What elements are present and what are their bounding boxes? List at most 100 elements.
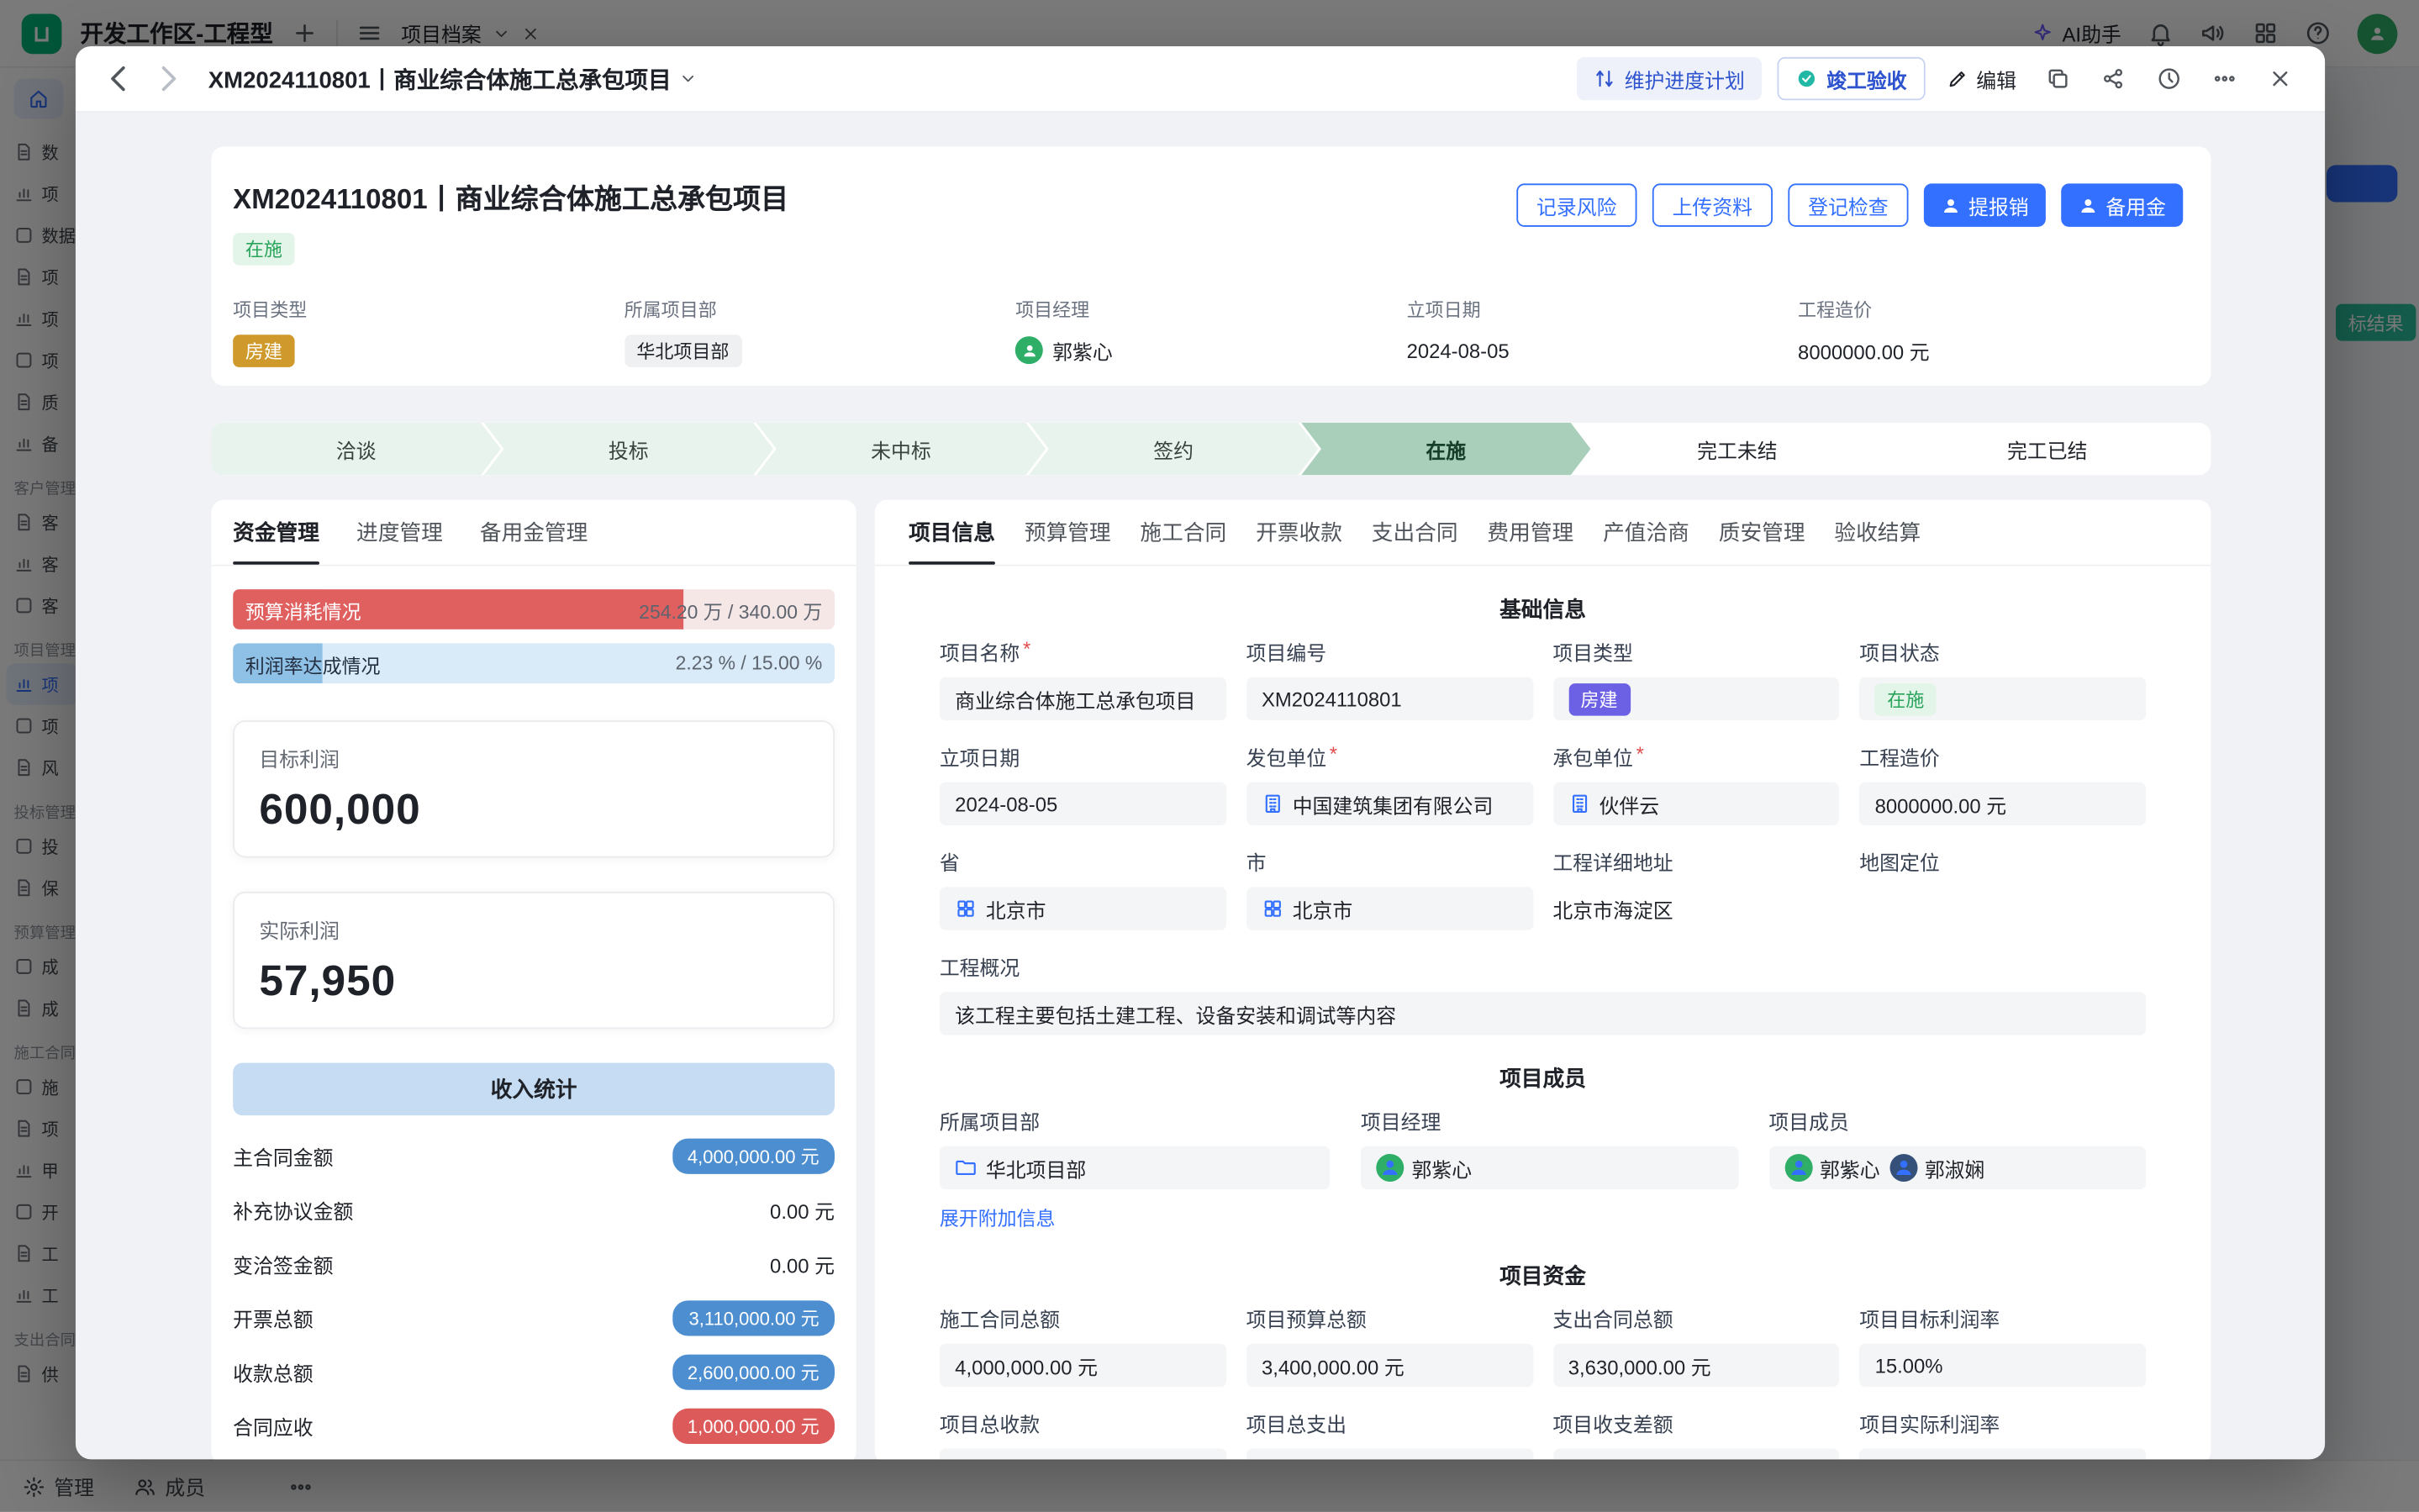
stepper-step[interactable]: 在施	[1301, 423, 1590, 475]
form-field: 所属项目部华北项目部展开附加信息	[940, 1106, 1330, 1233]
stepper-step[interactable]: 未中标	[756, 423, 1046, 475]
form-field: 项目预算总额3,400,000.00 元	[1246, 1304, 1533, 1387]
expand-extra-info-link[interactable]: 展开附加信息	[940, 1202, 1056, 1231]
income-stats-button[interactable]: 收入统计	[233, 1063, 835, 1115]
stepper-step[interactable]: 签约	[1029, 423, 1318, 475]
form-field: 承包单位* 伙伴云	[1552, 742, 1839, 825]
summary-field: 所属项目部华北项目部	[625, 296, 1015, 366]
person-icon	[2078, 195, 2098, 215]
form-field-label: 项目目标利润率	[1859, 1304, 2146, 1333]
panel-tab[interactable]: 费用管理	[1487, 500, 1573, 565]
project-info-tabs: 项目信息预算管理施工合同开票收款支出合同费用管理产值洽商质安管理验收结算	[875, 500, 2211, 566]
label-text: 发包单位	[1246, 742, 1326, 772]
person-name: 郭紫心	[1411, 1153, 1472, 1183]
panel-tab[interactable]: 项目信息	[909, 500, 995, 565]
value-text: XM2024110801	[1262, 688, 1402, 711]
panel-tab[interactable]: 进度管理	[356, 500, 443, 565]
profit-progress-value: 2.23 % / 15.00 %	[676, 652, 835, 674]
form-field-value[interactable]: 北京市	[940, 887, 1226, 930]
form-field-value[interactable]: 15.00%	[1859, 1344, 2146, 1387]
form-field-value[interactable]: 3,400,000.00 元	[1246, 1344, 1533, 1387]
completion-acceptance-button[interactable]: 竣工验收	[1777, 57, 1925, 100]
edit-button[interactable]: 编辑	[1947, 64, 2016, 93]
money-row-label: 补充协议金额	[233, 1196, 353, 1225]
building-icon	[1568, 793, 1590, 814]
form-field-value[interactable]: 2.23%	[1859, 1449, 2146, 1460]
value-text: 伙伴云	[1599, 789, 1659, 819]
panel-tab[interactable]: 资金管理	[233, 500, 319, 565]
money-row-badge: 4,000,000.00 元	[672, 1139, 835, 1174]
value-text: 中国建筑集团有限公司	[1293, 789, 1494, 819]
panel-tab[interactable]: 开票收款	[1256, 500, 1342, 565]
copy-icon[interactable]	[2038, 59, 2079, 99]
label-text: 项目名称	[940, 637, 1020, 666]
form-field-value[interactable]: 华北项目部	[940, 1146, 1330, 1189]
stepper-step[interactable]: 投标	[484, 423, 773, 475]
form-field-value[interactable]: 中国建筑集团有限公司	[1246, 782, 1533, 825]
outline-action-button[interactable]: 登记检查	[1788, 183, 1908, 226]
panel-tab[interactable]: 产值洽商	[1603, 500, 1689, 565]
form-field-value[interactable]: 郭紫心	[1361, 1146, 1738, 1189]
form-field: 支出合同总额3,630,000.00 元	[1552, 1304, 1839, 1387]
form-field: 项目目标利润率 15.00%	[1859, 1304, 2146, 1387]
form-field-value[interactable]: 商业综合体施工总承包项目	[940, 677, 1226, 720]
required-asterisk: *	[1330, 742, 1337, 772]
panel-tab[interactable]: 预算管理	[1025, 500, 1111, 565]
form-field-value[interactable]: 郭紫心郭淑娴	[1768, 1146, 2146, 1189]
avatar	[1784, 1154, 1812, 1182]
form-field: 项目状态在施	[1859, 637, 2146, 720]
record-title[interactable]: XM2024110801丨商业综合体施工总承包项目	[208, 62, 698, 95]
money-row: 收款总额2,600,000.00 元	[233, 1346, 835, 1399]
form-field-value[interactable]: 2,600,000.00 元	[940, 1449, 1226, 1460]
form-field-label: 承包单位*	[1552, 742, 1839, 772]
form-field-value[interactable]: 8000000.00 元	[1859, 782, 2146, 825]
form-field-value[interactable]: 房建	[1552, 677, 1839, 720]
money-row-label: 主合同金额	[233, 1141, 333, 1171]
form-field-value[interactable]: XM2024110801	[1246, 677, 1533, 720]
solid-action-button[interactable]: 提报销	[1924, 183, 2046, 226]
form-field-value[interactable]: 2024-08-05	[940, 782, 1226, 825]
form-field-value[interactable]: 在施	[1859, 677, 2146, 720]
profit-progress-bar: 利润率达成情况 2.23 % / 15.00 %	[233, 643, 835, 683]
chevron-down-icon[interactable]	[679, 70, 698, 88]
profit-progress-label: 利润率达成情况	[233, 649, 380, 678]
history-icon[interactable]	[2149, 59, 2190, 99]
form-field-value[interactable]: 3,630,000.00 元	[1552, 1344, 1839, 1387]
share-icon[interactable]	[2094, 59, 2134, 99]
panel-tab[interactable]: 支出合同	[1372, 500, 1458, 565]
money-row-value: 0.00 元	[770, 1196, 835, 1225]
stepper-step[interactable]: 洽谈	[211, 423, 500, 475]
form-field-label: 发包单位*	[1246, 742, 1533, 772]
outline-action-button[interactable]: 记录风险	[1516, 183, 1636, 226]
form-field-value[interactable]: 4,000,000.00 元	[940, 1344, 1226, 1387]
label-text: 承包单位	[1552, 742, 1632, 772]
panel-tab[interactable]: 备用金管理	[480, 500, 588, 565]
form-field-label: 工程造价	[1859, 742, 2146, 772]
form-field-value[interactable]: 北京市	[1246, 887, 1533, 930]
forward-icon[interactable]	[150, 61, 187, 97]
screen: ⊔ 开发工作区-工程型 项目档案 AI助手 数项数据看板项项项质备客户管理客客客…	[0, 0, 2419, 1512]
sort-icon	[1594, 68, 1615, 90]
form-field: 工程详细地址北京市海淀区	[1552, 847, 1839, 930]
form-field: 项目经理郭紫心	[1361, 1106, 1738, 1233]
form-field-value[interactable]: 2,542,050.00 元	[1246, 1449, 1533, 1460]
label-text: 工程造价	[1859, 742, 1939, 772]
stepper-step[interactable]: 完工已结	[1884, 423, 2211, 475]
stepper-step[interactable]: 完工未结	[1573, 423, 1900, 475]
budget-progress-label: 预算消耗情况	[233, 595, 361, 624]
value-text: 2024-08-05	[955, 793, 1057, 816]
avatar	[1376, 1154, 1404, 1182]
maintain-schedule-button[interactable]: 维护进度计划	[1577, 57, 1762, 100]
form-field-value[interactable]: 伙伴云	[1552, 782, 1839, 825]
back-icon[interactable]	[100, 61, 137, 97]
panel-tab[interactable]: 质安管理	[1719, 500, 1805, 565]
solid-action-button[interactable]: 备用金	[2061, 183, 2183, 226]
panel-tab[interactable]: 施工合同	[1140, 500, 1226, 565]
panel-tab[interactable]: 验收结算	[1834, 500, 1921, 565]
close-modal-icon[interactable]	[2260, 59, 2300, 99]
form-field-value[interactable]: 该工程主要包括土建工程、设备安装和调试等内容	[940, 992, 2146, 1035]
form-field-value[interactable]: 57,950.00 元	[1552, 1449, 1839, 1460]
more-actions-icon[interactable]	[2205, 59, 2245, 99]
form-field-label: 工程概况	[940, 952, 2146, 982]
outline-action-button[interactable]: 上传资料	[1652, 183, 1773, 226]
